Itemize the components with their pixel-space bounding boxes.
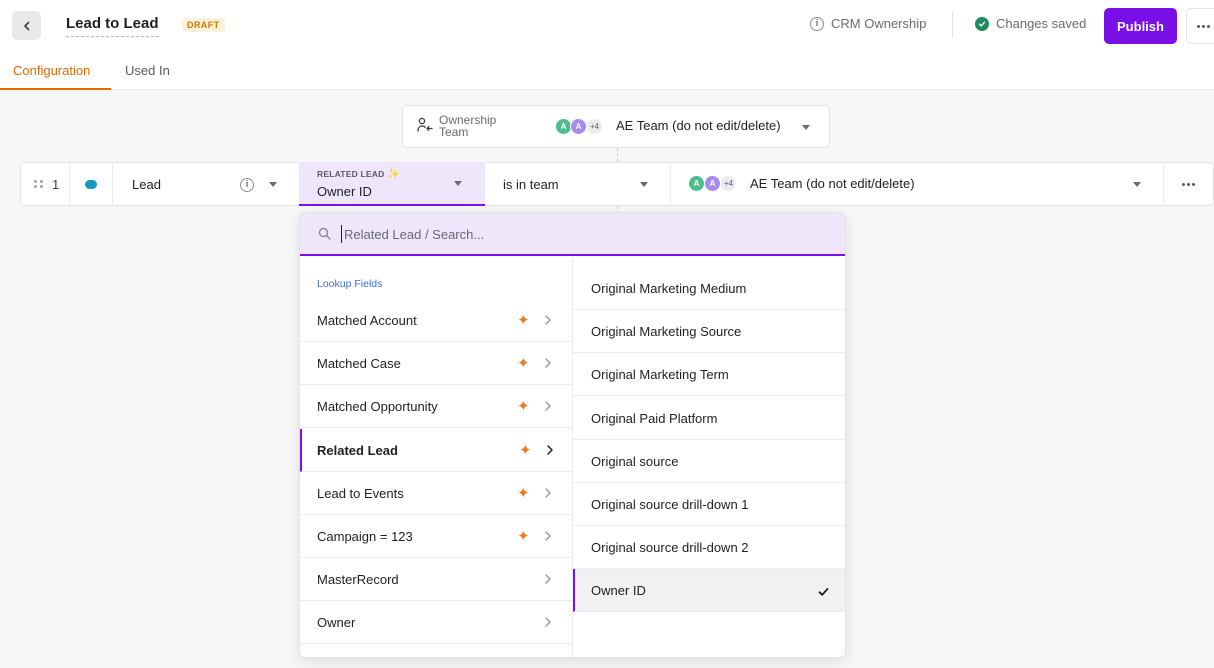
lookup-item-label: Lead to Events (317, 485, 404, 501)
more-options-button[interactable] (1186, 8, 1214, 44)
lookup-item-label: Matched Opportunity (317, 399, 438, 415)
sparkle-icon: ✦ (519, 441, 532, 459)
lookup-item[interactable]: Matched Opportunity ✦ (300, 385, 572, 429)
field-search-bar (300, 213, 845, 256)
row-more-button[interactable] (1182, 183, 1195, 186)
field-option-label: Owner ID (591, 583, 646, 599)
field-option[interactable]: Original Marketing Source (573, 310, 845, 354)
search-icon (318, 227, 331, 240)
chevron-right-icon (542, 486, 554, 500)
chevron-down-icon (1133, 182, 1141, 187)
chevron-down-icon (802, 125, 810, 130)
field-option-label: Original Marketing Medium (591, 281, 747, 296)
chevron-right-icon (542, 572, 554, 586)
top-header: Lead to Lead DRAFT i CRM Ownership Chang… (0, 0, 1214, 90)
field-option[interactable]: Original source drill-down 2 (573, 526, 845, 570)
lookup-item[interactable]: Owner (300, 601, 572, 645)
avatar: A (570, 118, 587, 135)
lookup-item-label: Matched Case (317, 356, 401, 372)
field-option[interactable]: Original source drill-down 1 (573, 483, 845, 526)
checkmark-icon (818, 585, 829, 600)
user-assign-icon (417, 117, 433, 132)
lookup-item[interactable]: Matched Case ✦ (300, 342, 572, 386)
team-value: AE Team (do not edit/delete) (750, 176, 915, 191)
field-option-label: Original source drill-down 2 (591, 540, 749, 556)
lookup-item-label: Owner (317, 615, 356, 631)
lookup-item[interactable]: Campaign = 123 ✦ (300, 515, 572, 558)
drag-handle-icon[interactable] (34, 180, 43, 188)
field-option-label: Original source (591, 453, 679, 469)
sparkle-icon: ✦ (517, 312, 530, 329)
save-status: Changes saved (975, 16, 1086, 31)
field-option[interactable]: Original Marketing Term (573, 353, 845, 397)
tab-configuration[interactable]: Configuration (13, 63, 90, 78)
connector-line (617, 148, 618, 162)
field-picker-dropdown: Lookup Fields Matched Account✦Matched Ca… (299, 212, 846, 658)
avatar-overflow-count: +4 (720, 175, 737, 192)
avatar: A (688, 175, 705, 192)
sparkle-icon: ✦ (517, 398, 530, 416)
chevron-right-icon (544, 443, 556, 457)
page-title[interactable]: Lead to Lead (66, 15, 159, 37)
more-icon (1182, 183, 1185, 186)
chevron-down-icon (640, 182, 648, 187)
lookup-item-label: MasterRecord (317, 572, 399, 588)
object-select-value: Lead (132, 177, 161, 192)
publish-button[interactable]: Publish (1104, 8, 1177, 44)
chevron-right-icon (542, 313, 554, 327)
chevron-right-icon (542, 399, 554, 413)
field-option-label: Original Paid Platform (591, 410, 718, 426)
field-option-label: Original Marketing Source (591, 324, 742, 340)
chevron-down-icon (269, 182, 277, 187)
ownership-team-selector[interactable]: Ownership Team A A +4 AE Team (do not ed… (402, 105, 830, 148)
chevron-left-icon (23, 21, 29, 30)
lookup-item[interactable]: MasterRecord (300, 558, 572, 602)
rule-row: 1 Lead i RELATED LEAD ✨ Owner ID is in t… (20, 162, 1214, 206)
field-option[interactable]: Original Paid Platform (573, 397, 845, 440)
field-select-value: Owner ID (317, 184, 372, 199)
more-icon (1197, 24, 1200, 28)
crm-ownership-label: CRM Ownership (831, 16, 927, 31)
lookup-item-label: Related Lead (317, 442, 398, 458)
lookup-item-label: Matched Account (317, 313, 417, 328)
field-search-input[interactable] (341, 225, 741, 243)
info-icon[interactable]: i (240, 178, 254, 192)
sparkle-icon: ✦ (517, 528, 530, 545)
tab-used-in[interactable]: Used In (125, 63, 170, 78)
field-select[interactable]: RELATED LEAD ✨ Owner ID (299, 162, 485, 206)
active-tab-indicator (0, 88, 111, 90)
crm-ownership-link[interactable]: i CRM Ownership (810, 16, 926, 31)
sparkle-icon: ✦ (517, 484, 530, 502)
chevron-right-icon (542, 356, 554, 370)
lookup-item[interactable]: Lead to Events ✦ (300, 472, 572, 515)
save-status-label: Changes saved (996, 16, 1087, 31)
field-option[interactable]: Owner ID (573, 569, 845, 613)
sparkle-icon: ✦ (517, 355, 530, 373)
ownership-team-value: AE Team (do not edit/delete) (616, 118, 781, 133)
sparkle-icon: ✨ (386, 169, 400, 180)
rule-index: 1 (52, 177, 60, 192)
chevron-right-icon (542, 529, 554, 543)
ownership-team-label: Ownership Team (439, 113, 497, 139)
section-title: Lookup Fields (317, 278, 383, 290)
back-button[interactable] (12, 11, 41, 40)
lookup-item-label: Campaign = 123 (317, 529, 413, 544)
lookup-item[interactable]: Related Lead ✦ (300, 428, 572, 472)
avatar: A (704, 175, 721, 192)
status-badge: DRAFT (182, 18, 225, 32)
field-option[interactable]: Original Marketing Medium (573, 267, 845, 310)
field-select-sublabel: RELATED LEAD ✨ (317, 169, 400, 180)
info-icon: i (810, 16, 824, 31)
chevron-down-icon (454, 181, 462, 186)
chevron-right-icon (542, 615, 554, 629)
field-option-label: Original source drill-down 1 (591, 497, 749, 512)
header-divider (952, 12, 953, 38)
lookup-item[interactable]: Matched Account ✦ (300, 299, 572, 342)
check-circle-icon (975, 16, 989, 31)
avatar-overflow-count: +4 (586, 118, 603, 135)
field-option-label: Original Marketing Term (591, 367, 729, 383)
field-option[interactable]: Original source (573, 440, 845, 483)
operator-select-value: is in team (503, 177, 559, 192)
salesforce-cloud-icon (85, 180, 97, 189)
